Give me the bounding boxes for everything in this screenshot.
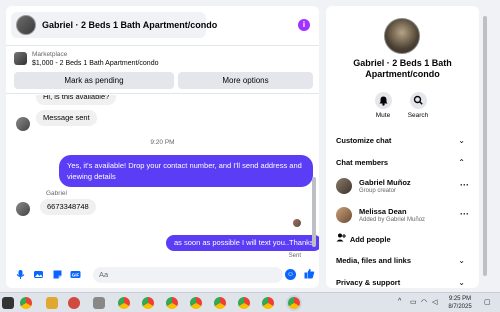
details-scrollbar-thumb[interactable] xyxy=(483,16,487,276)
member-row[interactable]: Melissa Dean Added by Gabriel Muñoz ··· xyxy=(336,205,469,227)
member-name: Melissa Dean xyxy=(359,207,407,216)
sender-name: Gabriel xyxy=(46,190,67,197)
start-icon[interactable] xyxy=(2,297,14,309)
listing-avatar xyxy=(16,15,36,35)
search-button[interactable]: Search xyxy=(403,92,433,119)
clock-date: 8/7/2025 xyxy=(448,304,472,310)
privacy-support-label: Privacy & support xyxy=(336,278,401,287)
microphone-icon[interactable] xyxy=(15,269,26,280)
clock-time: 9:25 PM xyxy=(448,296,472,302)
member-role: Added by Gabriel Muñoz xyxy=(359,217,426,223)
emoji-icon[interactable]: ☺ xyxy=(285,269,296,280)
outgoing-message: as soon as possible I will text you..Tha… xyxy=(166,235,319,251)
search-label: Search xyxy=(407,112,429,119)
chevron-up-icon[interactable]: ⌃ xyxy=(458,158,465,167)
sticker-icon[interactable] xyxy=(52,269,63,280)
photo-icon[interactable] xyxy=(33,269,44,280)
chrome-icon[interactable] xyxy=(288,297,300,309)
incoming-message: Hi, is this available? xyxy=(36,95,117,105)
bell-icon xyxy=(374,92,392,109)
chrome-icon[interactable] xyxy=(166,297,178,309)
member-role: Group creator xyxy=(359,188,397,194)
chat-members-section[interactable]: Chat members xyxy=(336,158,469,167)
app-icon[interactable] xyxy=(93,297,105,309)
marketplace-listing: Marketplace $1,000 - 2 Beds 1 Bath Apart… xyxy=(6,46,319,94)
search-icon xyxy=(409,92,427,109)
sender-avatar[interactable] xyxy=(16,202,30,216)
chat-panel: Gabriel · 2 Beds 1 Bath Apartment/condo … xyxy=(6,6,319,288)
details-scrollbar[interactable] xyxy=(481,6,489,288)
notification-icon[interactable]: ▢ xyxy=(484,298,491,306)
wifi-icon[interactable]: ◠ xyxy=(421,298,427,306)
listing-title[interactable]: $1,000 - 2 Beds 1 Bath Apartment/condo xyxy=(32,60,158,67)
like-icon[interactable] xyxy=(304,268,315,282)
chat-members-label: Chat members xyxy=(336,158,389,167)
app-icon[interactable] xyxy=(68,297,80,309)
mute-label: Mute xyxy=(375,112,391,119)
customize-chat-label: Customize chat xyxy=(336,136,392,145)
outgoing-message: Yes, it's available! Drop your contact n… xyxy=(59,155,313,187)
message-list: Hi, is this available? Message sent 9:20… xyxy=(6,95,319,263)
conversation-title: Gabriel · 2 Beds 1 Bath Apartment/condo xyxy=(42,20,218,30)
chrome-icon[interactable] xyxy=(20,297,32,309)
network-icon[interactable]: ▭ xyxy=(410,298,417,306)
chevron-down-icon[interactable]: ⌄ xyxy=(458,136,465,145)
listing-thumbnail[interactable] xyxy=(14,52,27,65)
mute-button[interactable]: Mute xyxy=(368,92,398,119)
incoming-message: 6673348748 xyxy=(40,199,96,215)
chevron-down-icon[interactable]: ⌄ xyxy=(458,256,465,265)
incoming-message: Message sent xyxy=(36,110,97,126)
taskbar: ^ ▭ ◠ ◁ 9:25 PM 8/7/2025 ▢ xyxy=(0,292,500,312)
message-input[interactable]: Aa xyxy=(93,267,283,283)
gif-icon[interactable]: GIF xyxy=(70,269,81,280)
message-scrollbar[interactable] xyxy=(312,177,316,247)
svg-text:GIF: GIF xyxy=(72,273,80,278)
add-person-icon xyxy=(336,233,348,244)
details-title: Gabriel · 2 Beds 1 Bath Apartment/condo xyxy=(353,58,452,79)
sent-status: Sent xyxy=(288,253,301,259)
add-people-button[interactable]: Add people xyxy=(336,233,391,244)
chevron-up-icon[interactable]: ^ xyxy=(398,298,401,305)
info-icon[interactable]: i xyxy=(298,19,310,31)
listing-category: Marketplace xyxy=(32,51,68,58)
conversation-title-button[interactable]: Gabriel · 2 Beds 1 Bath Apartment/condo xyxy=(11,12,217,38)
member-avatar xyxy=(336,178,352,194)
folder-icon[interactable] xyxy=(46,297,58,309)
sender-avatar[interactable] xyxy=(16,117,30,131)
volume-icon[interactable]: ◁ xyxy=(432,298,437,306)
more-options-icon[interactable]: ··· xyxy=(460,209,469,219)
member-name: Gabriel Muñoz xyxy=(359,178,411,187)
seen-indicator-avatar xyxy=(293,219,301,227)
system-clock[interactable]: 9:25 PM 8/7/2025 xyxy=(442,295,478,311)
media-files-label: Media, files and links xyxy=(336,256,412,265)
add-people-label: Add people xyxy=(349,235,391,244)
conversation-avatar[interactable] xyxy=(384,18,420,54)
mark-as-pending-button[interactable]: Mark as pending xyxy=(14,72,174,89)
conversation-details-panel: Gabriel · 2 Beds 1 Bath Apartment/condo … xyxy=(326,6,479,288)
chrome-icon[interactable] xyxy=(142,297,154,309)
composer: GIF Aa ☺ xyxy=(6,263,319,288)
customize-chat-section[interactable]: Customize chat xyxy=(336,136,469,145)
chrome-icon[interactable] xyxy=(214,297,226,309)
member-row[interactable]: Gabriel Muñoz Group creator ··· xyxy=(336,176,469,198)
chrome-icon[interactable] xyxy=(238,297,250,309)
chat-header: Gabriel · 2 Beds 1 Bath Apartment/condo … xyxy=(6,6,319,46)
chrome-icon[interactable] xyxy=(118,297,130,309)
chrome-icon[interactable] xyxy=(190,297,202,309)
media-files-section[interactable]: Media, files and links xyxy=(336,256,469,265)
member-avatar xyxy=(336,207,352,223)
more-options-button[interactable]: More options xyxy=(178,72,313,89)
chrome-icon[interactable] xyxy=(262,297,274,309)
privacy-support-section[interactable]: Privacy & support xyxy=(336,278,469,287)
chevron-down-icon[interactable]: ⌄ xyxy=(458,278,465,287)
more-options-icon[interactable]: ··· xyxy=(460,180,469,190)
message-timestamp: 9:20 PM xyxy=(150,139,175,146)
